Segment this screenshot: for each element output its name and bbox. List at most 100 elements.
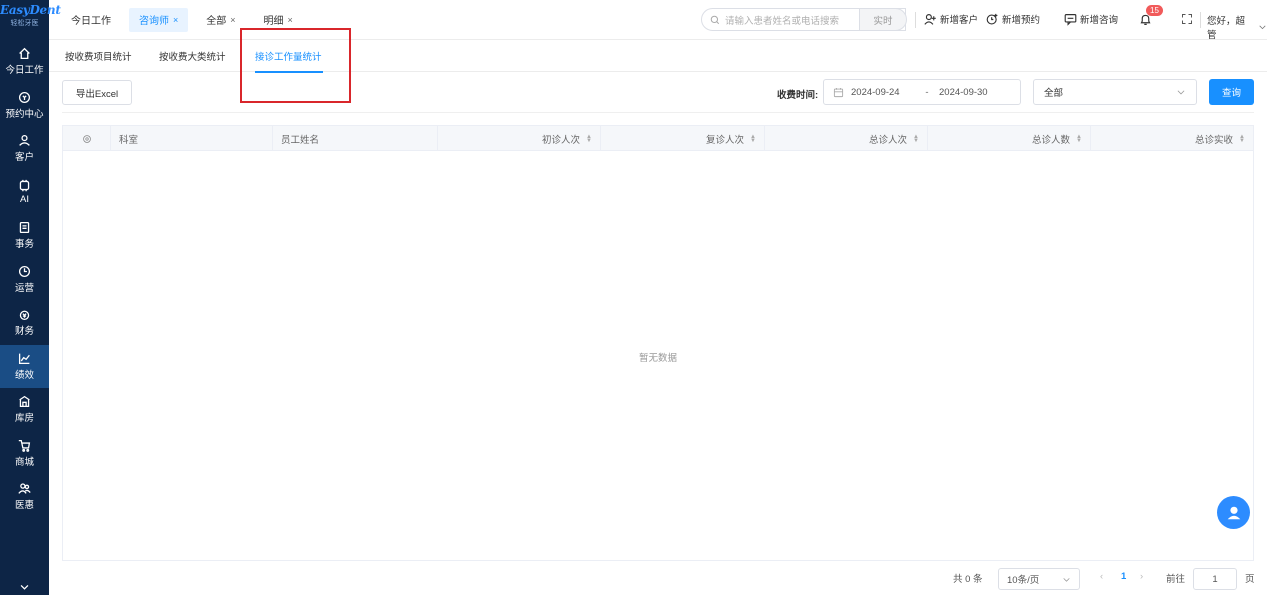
sort-icon[interactable]: ▲ ▼ [586, 134, 592, 144]
column-label: 总诊人次 [869, 134, 908, 146]
sidebar-nav: 今日工作 预约中心 客户 AI 事务 运营 财务 绩效 库房 商城 医惠 [0, 40, 49, 519]
sidebar-item-appointments[interactable]: 预约中心 [0, 84, 49, 128]
new-appointment-button[interactable]: 新增预约 [986, 12, 1040, 26]
page-number-current[interactable]: 1 [1121, 571, 1126, 582]
date-start[interactable]: 2024-09-24 [851, 87, 915, 98]
highlight-box [240, 28, 351, 103]
chevron-down-icon [1259, 25, 1266, 29]
divider [1200, 12, 1201, 28]
brand-name: EasyDent [0, 3, 61, 17]
close-icon[interactable]: × [230, 15, 235, 25]
column-label: 员工姓名 [281, 134, 320, 146]
sidebar-expand-button[interactable] [0, 579, 49, 595]
page-unit-label: 页 [1245, 574, 1255, 585]
tab-consultant[interactable]: 咨询师 × [129, 7, 189, 32]
tab-all[interactable]: 全部 × [196, 8, 245, 32]
divider [915, 12, 916, 28]
column-department: 科室 [111, 126, 273, 151]
goto-label: 前往 [1166, 574, 1186, 585]
realtime-button[interactable]: 实时 [859, 8, 907, 31]
user-menu[interactable]: 您好，超管 [1207, 13, 1267, 41]
sort-icon[interactable]: ▲ ▼ [750, 134, 756, 144]
export-excel-button[interactable]: 导出Excel [62, 80, 132, 105]
gear-icon [82, 134, 91, 143]
money-icon [19, 310, 30, 321]
sidebar-item-ai[interactable]: AI [0, 171, 49, 215]
subtab-by-category[interactable]: 按收费大类统计 [159, 49, 226, 63]
sidebar-item-label: 库房 [14, 413, 34, 425]
sidebar-item-label: 今日工作 [5, 65, 44, 77]
tab-label: 咨询师 [139, 16, 169, 27]
support-chat-button[interactable] [1217, 496, 1250, 529]
date-end[interactable]: 2024-09-30 [939, 87, 988, 98]
pagination-total: 共 0 条 [953, 574, 983, 585]
calendar-icon [18, 91, 31, 103]
sidebar-item-tasks[interactable]: 事务 [0, 214, 49, 258]
user-icon [19, 135, 30, 147]
sidebar-item-label: 运营 [14, 282, 34, 294]
sidebar-item-performance[interactable]: 绩效 [0, 344, 49, 388]
sort-icon[interactable]: ▲ ▼ [913, 134, 919, 144]
date-filter-label: 收费时间: [777, 90, 819, 101]
date-separator: - [925, 86, 929, 98]
chart-icon [18, 353, 30, 364]
goto-page-input[interactable]: 1 [1193, 568, 1237, 590]
user-greeting: 您好，超管 [1207, 16, 1246, 41]
sidebar-item-today[interactable]: 今日工作 [0, 40, 49, 84]
sort-icon[interactable]: ▲ ▼ [1076, 134, 1082, 144]
sidebar-item-label: 财务 [14, 326, 34, 338]
prev-page-button[interactable]: ‹ [1100, 571, 1103, 582]
sidebar-item-warehouse[interactable]: 库房 [0, 388, 49, 432]
sidebar-item-finance[interactable]: 财务 [0, 301, 49, 345]
sidebar-item-label: 客户 [14, 152, 34, 164]
sidebar-item-benefits[interactable]: 医惠 [0, 475, 49, 519]
chevron-down-icon [20, 584, 29, 590]
column-settings-button[interactable] [63, 126, 111, 151]
calendar-icon [833, 87, 844, 97]
column-return-visits[interactable]: 复诊人次 ▲ ▼ [601, 126, 765, 151]
column-total-visits[interactable]: 总诊人次 ▲ ▼ [765, 126, 928, 151]
fullscreen-icon [1182, 14, 1192, 24]
query-button[interactable]: 查询 [1209, 79, 1254, 105]
new-consult-button[interactable]: 新增咨询 [1064, 12, 1118, 26]
tab-today[interactable]: 今日工作 [61, 8, 121, 32]
sidebar: EasyDent 轻松牙医 今日工作 预约中心 客户 AI 事务 运营 财务 绩… [0, 0, 61, 595]
sidebar-item-operations[interactable]: 运营 [0, 258, 49, 302]
workload-table: 科室 员工姓名 初诊人次 ▲ ▼ 复诊人次 ▲ ▼ 总诊人次 ▲ ▼ 总诊人数 ▲ ▼ … [62, 125, 1254, 561]
date-range-picker[interactable]: 2024-09-24 - 2024-09-30 [823, 79, 1021, 105]
chevron-down-icon [1063, 577, 1070, 582]
new-consult-label: 新增咨询 [1080, 15, 1119, 26]
new-customer-button[interactable]: 新增客户 [924, 12, 978, 26]
sidebar-item-label: 绩效 [14, 369, 34, 381]
column-total-revenue[interactable]: 总诊实收 ▲ ▼ [1091, 126, 1253, 151]
app-logo[interactable]: EasyDent 轻松牙医 [0, 0, 61, 40]
brand-subtitle: 轻松牙医 [10, 20, 39, 27]
column-first-visits[interactable]: 初诊人次 ▲ ▼ [438, 126, 601, 151]
users-icon [18, 483, 31, 495]
sub-tabs: 按收费项目统计 按收费大类统计 接诊工作量统计 [49, 40, 1267, 73]
column-total-patients[interactable]: 总诊人数 ▲ ▼ [928, 126, 1091, 151]
search-placeholder: 请输入患者姓名或电话搜索 [725, 15, 840, 27]
sidebar-item-label: 商城 [14, 456, 34, 468]
next-page-button[interactable]: › [1140, 571, 1143, 582]
close-icon[interactable]: × [288, 15, 293, 25]
sidebar-item-label: 预约中心 [5, 108, 44, 120]
subtab-by-item[interactable]: 按收费项目统计 [65, 49, 132, 63]
scope-select[interactable]: 全部 [1033, 79, 1197, 105]
sidebar-item-mall[interactable]: 商城 [0, 432, 49, 476]
close-icon[interactable]: × [173, 15, 178, 25]
top-bar: 今日工作 咨询师 × 全部 × 明细 × 请输入患者姓名或电话搜索 实时 新增客… [49, 0, 1267, 41]
new-customer-label: 新增客户 [940, 15, 979, 26]
notification-badge: 15 [1146, 5, 1163, 16]
column-label: 复诊人次 [706, 134, 745, 146]
tab-label: 明细 [263, 16, 284, 27]
sort-icon[interactable]: ▲ ▼ [1239, 134, 1245, 144]
sidebar-item-customers[interactable]: 客户 [0, 127, 49, 171]
toolbar-divider [62, 112, 1254, 113]
sidebar-item-label: 事务 [14, 239, 34, 251]
empty-state-text: 暂无数据 [638, 353, 677, 364]
fullscreen-button[interactable] [1181, 13, 1193, 28]
scope-select-value: 全部 [1044, 88, 1064, 99]
tab-label: 今日工作 [71, 16, 111, 27]
page-size-select[interactable]: 10条/页 [998, 568, 1080, 590]
